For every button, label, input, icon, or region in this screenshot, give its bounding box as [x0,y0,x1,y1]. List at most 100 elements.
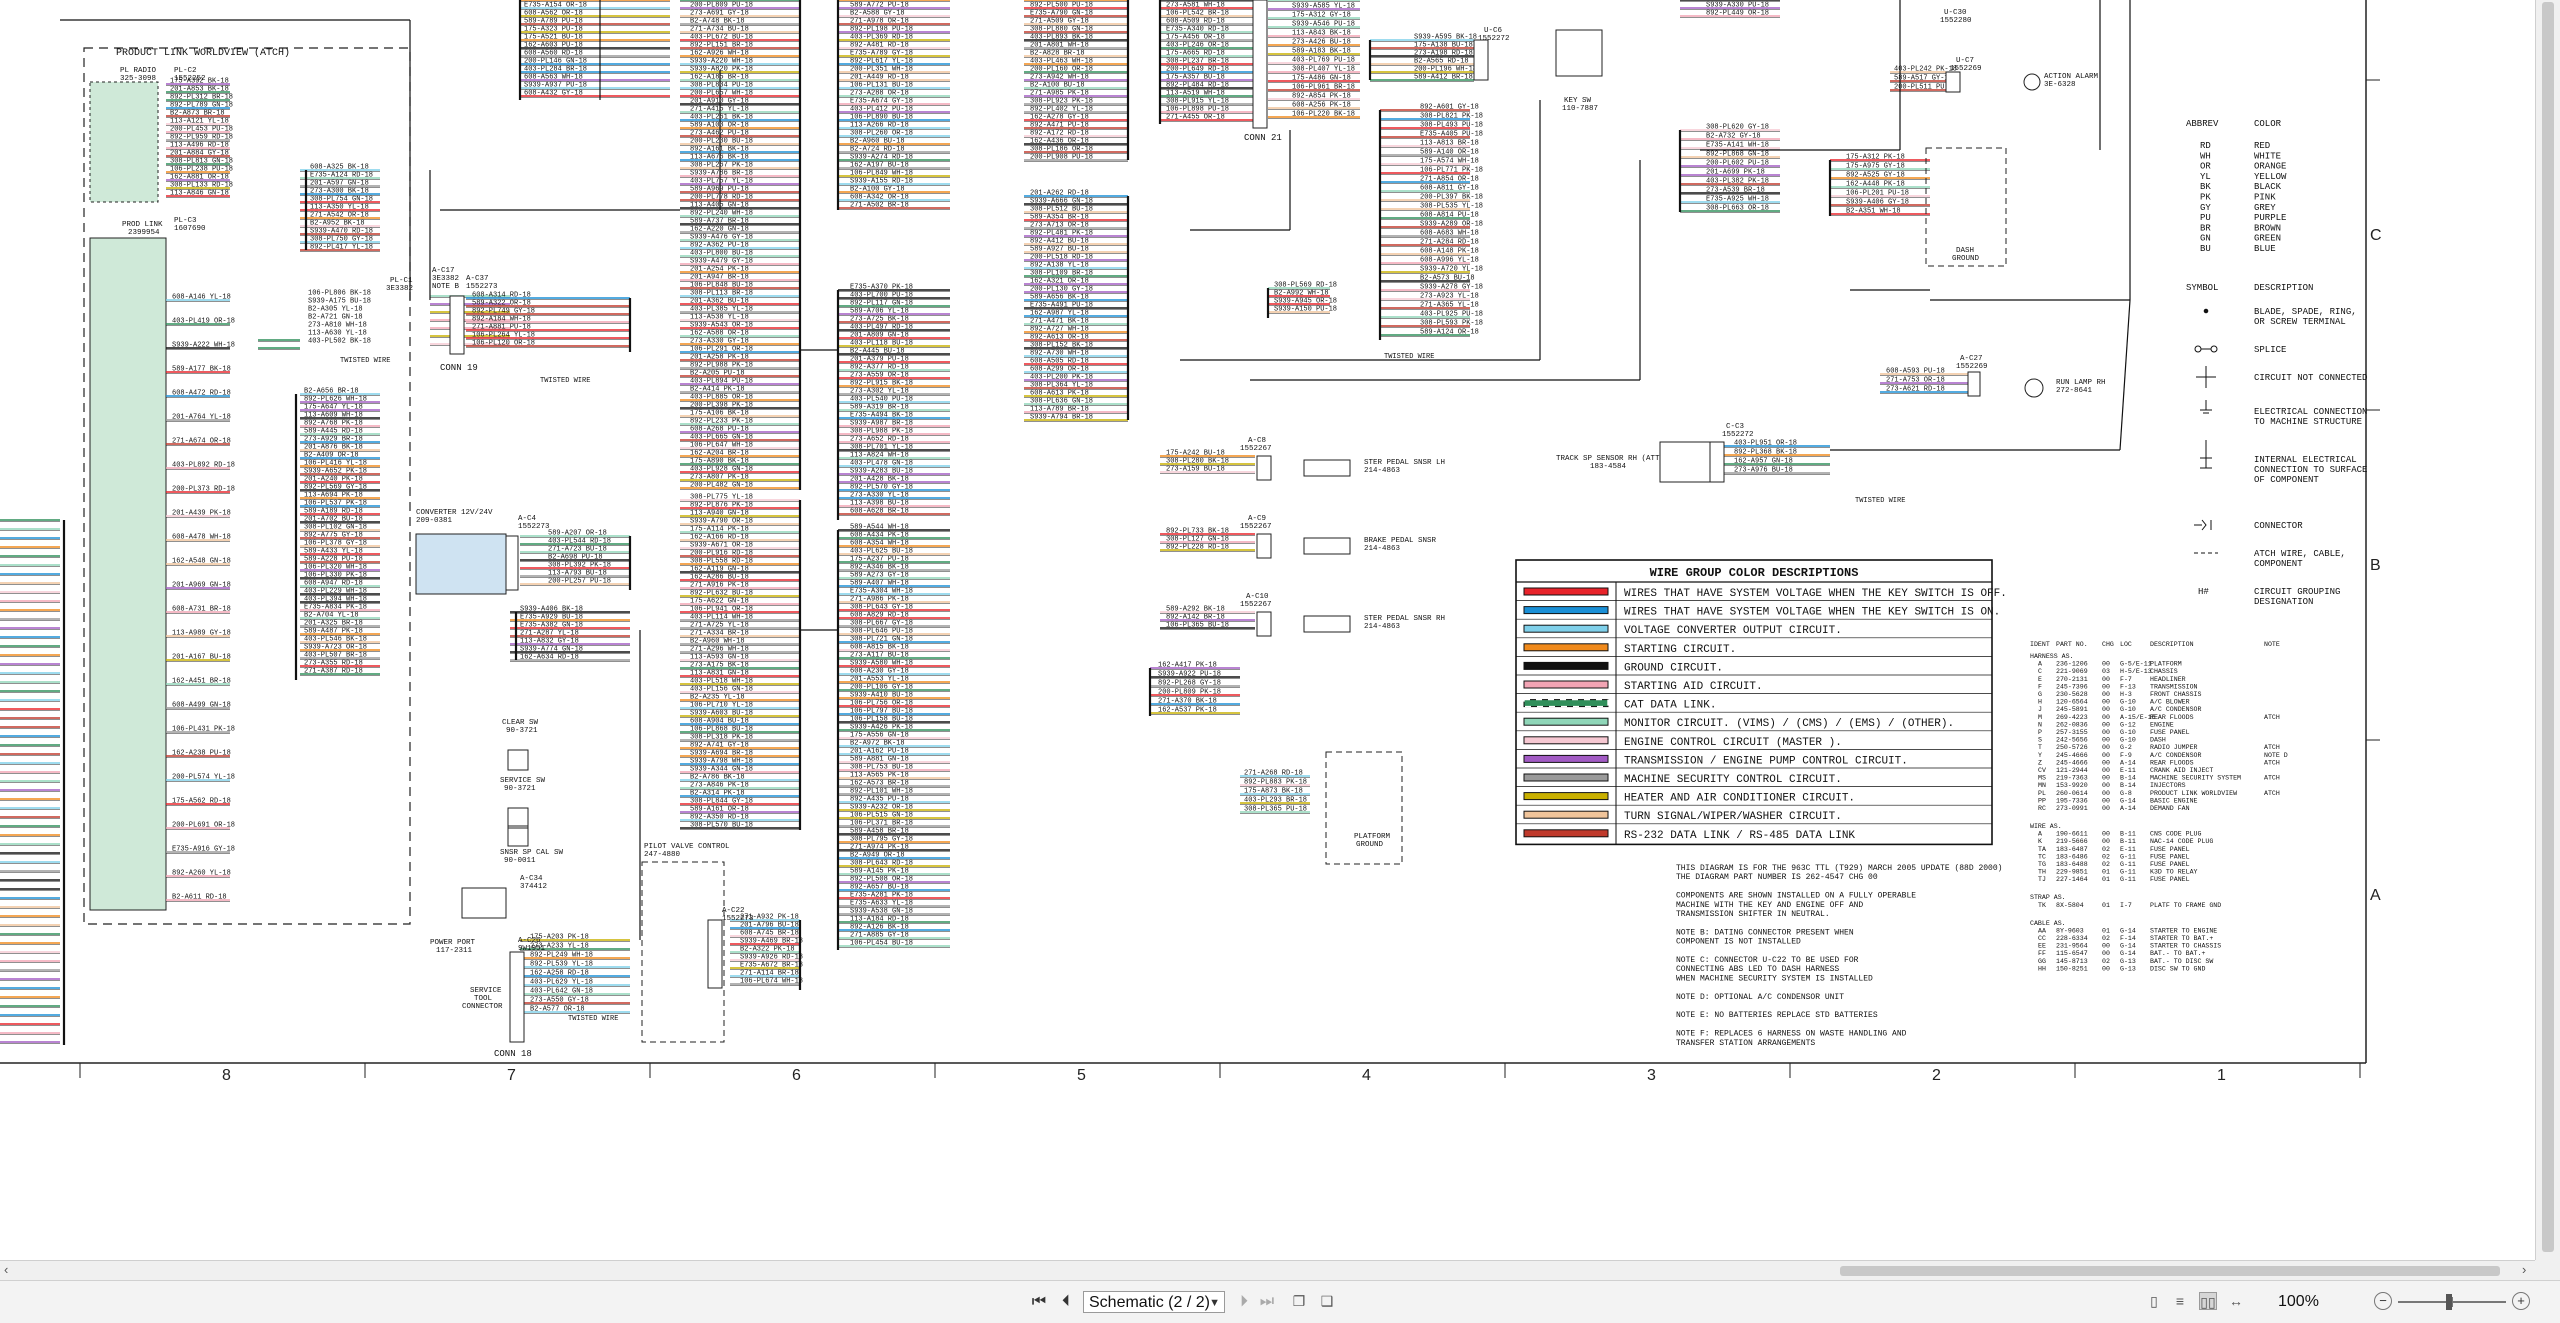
continuous-view-icon[interactable]: ≡ [2171,1292,2189,1310]
wire-code: 175-A237 PU-18 [850,556,909,564]
ident-cell: F-7 [2120,676,2132,683]
wire-code: 175-A392 BK-18 [170,78,229,86]
zoom-slider-thumb[interactable] [2446,1294,2452,1310]
copy-page-icon[interactable]: ❐ [1290,1292,1308,1310]
wire-code: 589-A140 OR-18 [1420,149,1479,157]
wire-code: 162-A573 BR-18 [850,780,909,788]
scroll-right-arrow-icon[interactable]: › [2522,1262,2526,1277]
horizontal-scrollbar[interactable]: ‹ › [0,1260,2535,1281]
wire-code: 403-PL769 PU-18 [1292,57,1355,65]
symbol-description: DESIGNATION [2254,597,2313,607]
wire-code: 106-PL898 PU-18 [1166,106,1229,114]
wire-code: 162-A220 GN-18 [690,226,749,234]
facing-pages-view-icon[interactable]: ▯▯ [2199,1292,2217,1310]
ident-cell: G-11 [2120,853,2136,860]
wire-code: 403-PL885 OR-18 [690,394,753,402]
wire-code: 113-A405 GN-18 [690,202,749,210]
wire-code: 175-A975 GY-18 [1846,163,1905,171]
vertical-scrollbar[interactable] [2535,0,2560,1260]
wire-code: B2-A828 BR-18 [1030,50,1085,58]
wire-code: 892-A350 RD-18 [690,814,749,822]
pl-box-title: PRODUCT LINK WORLDVIEW (ATCH) [116,47,290,59]
wire-code: 162-A634 RD-18 [520,654,579,662]
ident-cell: C [2038,668,2042,675]
ident-cell: K [2038,838,2042,845]
ident-cell: Y [2038,752,2042,759]
zone-letter: A [2370,887,2381,904]
ident-cell: G-10 [2120,699,2136,706]
ident-cell: 00 [2102,838,2110,845]
wire-code: 608-A268 PU-18 [690,426,749,434]
ident-cell: AA [2038,927,2046,934]
ident-cell: K3D TO RELAY [2150,869,2198,876]
wire-code: 589-A445 RD-18 [304,428,363,436]
fit-width-icon[interactable]: ↔ [2227,1292,2245,1310]
ident-cell: 229-9851 [2056,869,2088,876]
abbrev-code: RD [2200,141,2211,151]
wire-code: 113-A832 GY-18 [520,638,579,646]
schematic-canvas[interactable]: 8 7 6 5 4 3 2 1 C B A PRODUCT LINK WORLDVIEW (ATCH… [0,0,2535,1260]
wire-code: 589-A706 YL-18 [850,308,909,316]
grouping-symbol: H# [2198,587,2209,597]
wire-code: 162-A537 PK-18 [1158,707,1217,715]
ident-cell: 00 [2102,831,2110,838]
page-selector[interactable]: Schematic (2 / 2) ▼ [1083,1291,1225,1313]
horizontal-scroll-thumb[interactable] [1840,1266,2500,1276]
ident-cell: TRANSMISSION [2150,683,2198,690]
wire-code: 308-PL260 OR-18 [850,130,913,138]
legend-row-text: MACHINE SECURITY CONTROL CIRCUIT. [1624,774,1842,786]
wire-code: 308-PL512 BU-18 [1030,206,1093,214]
wire-code: 271-A455 OR-18 [1166,114,1225,122]
next-page-icon[interactable]: ⏵ [1235,1293,1253,1311]
zoom-level[interactable]: 100% [2278,1293,2319,1311]
wire-code: 589-A273 GY-18 [850,572,909,580]
track-sensor-label: TRACK SP SENSOR RH (ATTR) [1556,455,1669,463]
wire-code: 271-A881 PU-18 [472,324,531,332]
ident-cell: MS [2038,775,2046,782]
ident-cell: 121-2944 [2056,767,2088,774]
ident-cell: 183-6486 [2056,853,2088,860]
connector-icon [2194,519,2212,531]
previous-page-icon[interactable]: ⏴ [1057,1293,1075,1311]
wire-code: 106-PL890 BU-18 [850,114,913,122]
zoom-in-icon[interactable]: + [2512,1292,2530,1310]
wire-code: 175-A647 YL-18 [304,404,363,412]
wire-code: S939-A585 YL-18 [1292,3,1355,11]
wire-code: 308-PL267 PK-18 [690,162,753,170]
pl-radio-label: PL RADIO [120,67,157,75]
wire-code: 892-A126 BK-18 [850,924,909,932]
ident-cell: EE [2038,943,2046,950]
ident-cell: 260-0614 [2056,790,2088,797]
ident-cell: A [2038,831,2042,838]
first-page-icon[interactable]: ⏮ [1030,1293,1048,1311]
pl-radio-part: 325-3098 [120,75,156,83]
ident-cell: FUSE PANEL [2150,846,2190,853]
wire-code: 308-PL813 GN-18 [170,158,233,166]
ident-cell: 00 [2102,706,2110,713]
wire-code: 200-PL809 PU-18 [690,2,753,10]
wire-code: 201-A167 BU-18 [172,654,231,662]
ident-cell: 00 [2102,661,2110,668]
paste-page-icon[interactable]: ❑ [1318,1292,1336,1310]
wire-code: 175-A456 OR-18 [1166,34,1225,42]
wire-code: 106-PL158 BU-18 [850,716,913,724]
legend-row-text: STARTING CIRCUIT. [1624,644,1736,656]
wire-code: 589-A322 OR-18 [472,300,531,308]
zoom-out-icon[interactable]: − [2374,1292,2392,1310]
wire-code: 892-A525 GY-18 [1846,172,1905,180]
vertical-scroll-thumb[interactable] [2542,2,2554,1252]
ident-cell: B-11 [2120,838,2136,845]
wire-code: 589-A412 BR-18 [1414,74,1473,82]
zone-number: 4 [1362,1067,1371,1084]
single-page-view-icon[interactable]: ▯ [2145,1292,2163,1310]
scroll-left-arrow-icon[interactable]: ‹ [4,1262,8,1277]
last-page-icon[interactable]: ⏭ [1258,1293,1276,1311]
a-c10-part: 1552267 [1240,601,1272,609]
wire-code: 892-A435 PU-18 [850,796,909,804]
wire-code: 892-A471 PU-18 [1030,122,1089,130]
conn21-label: CONN 21 [1244,133,1282,143]
wire-code: 892-A346 BK-18 [850,564,909,572]
wire-code: 308-PL750 GY-18 [310,236,373,244]
wire-code: 162-A119 GN-18 [690,566,749,574]
abbrev-code: PU [2200,213,2211,223]
